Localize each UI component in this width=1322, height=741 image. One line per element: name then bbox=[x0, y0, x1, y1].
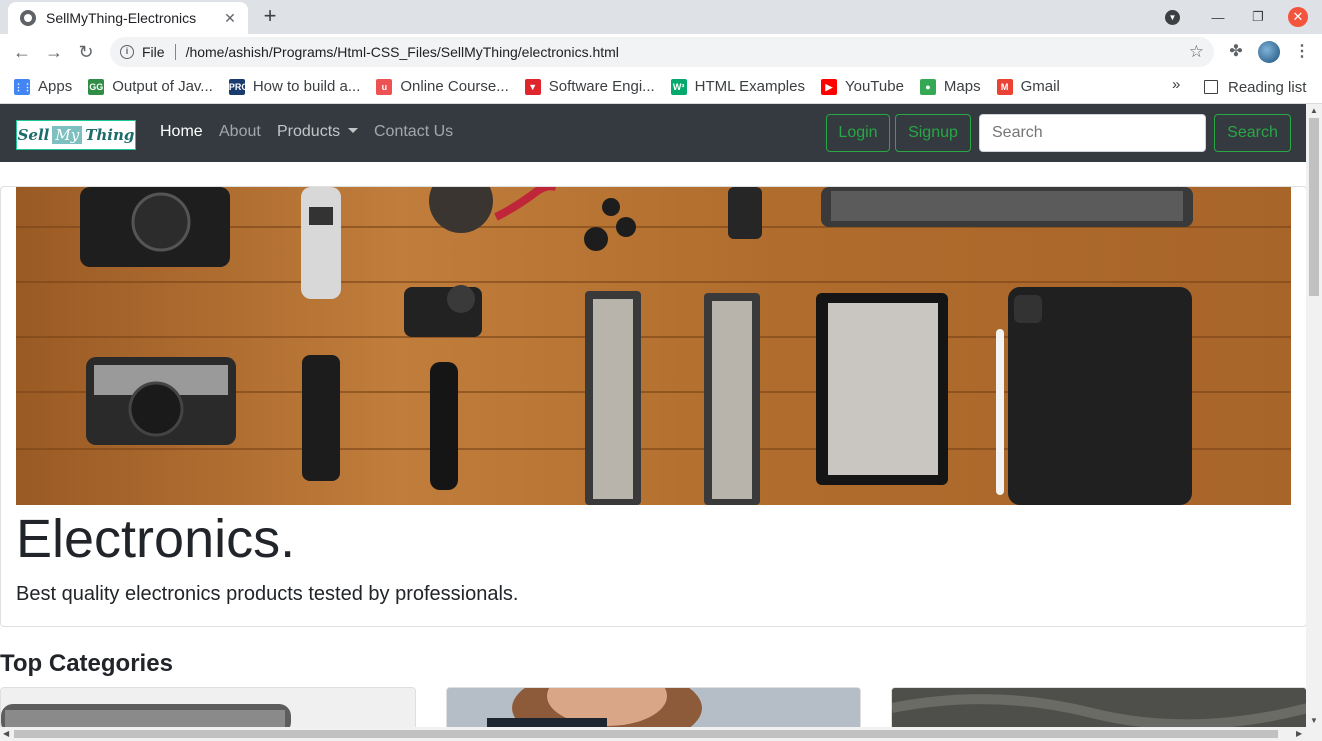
vertical-scroll-thumb[interactable] bbox=[1309, 118, 1319, 296]
horizontal-scrollbar[interactable]: ◀ ▶ bbox=[0, 727, 1322, 741]
bookmark-label: How to build a... bbox=[252, 78, 361, 95]
youtube-icon: ▶ bbox=[820, 78, 837, 95]
bookmark-item[interactable]: W³ HTML Examples bbox=[670, 78, 805, 95]
restore-button[interactable]: ❐ bbox=[1238, 9, 1278, 25]
close-window-button[interactable]: ✕ bbox=[1288, 7, 1308, 27]
forward-arrow-icon[interactable]: → bbox=[42, 40, 66, 64]
top-categories-heading: Top Categories bbox=[0, 650, 173, 677]
bookmark-item[interactable]: ▼ Software Engi... bbox=[524, 78, 655, 95]
reading-list-button[interactable]: Reading list bbox=[1204, 70, 1306, 104]
bookmark-star-icon[interactable]: ☆ bbox=[1189, 42, 1204, 62]
minimize-button[interactable]: — bbox=[1198, 10, 1238, 25]
url-text[interactable]: /home/ashish/Programs/Html-CSS_Files/Sel… bbox=[186, 44, 1189, 60]
bookmark-label: Software Engi... bbox=[548, 78, 655, 95]
tab-title: SellMyThing-Electronics bbox=[46, 10, 197, 26]
nav-link-about[interactable]: About bbox=[219, 123, 261, 141]
logo-text-my: My bbox=[52, 126, 83, 144]
extensions-puzzle-icon[interactable]: ✤ bbox=[1226, 42, 1246, 62]
horizontal-scroll-thumb[interactable] bbox=[14, 730, 1278, 738]
nav-link-home[interactable]: Home bbox=[160, 123, 203, 141]
gfg-icon: GG bbox=[88, 78, 105, 95]
nav-dropdown-products[interactable]: Products bbox=[277, 123, 359, 141]
bookmark-label: Output of Jav... bbox=[112, 78, 213, 95]
browser-toolbar: ← → ↻ i File /home/ashish/Programs/Html-… bbox=[0, 34, 1322, 70]
site-logo[interactable]: Sell My Thing bbox=[16, 120, 136, 150]
bookmark-label: YouTube bbox=[844, 78, 904, 95]
info-icon[interactable]: i bbox=[120, 45, 134, 59]
reading-list-label: Reading list bbox=[1228, 78, 1307, 96]
reload-icon[interactable]: ↻ bbox=[74, 40, 98, 64]
login-button[interactable]: Login bbox=[826, 114, 890, 152]
w3-icon: W³ bbox=[670, 78, 687, 95]
browser-tab[interactable]: SellMyThing-Electronics ✕ bbox=[8, 2, 248, 34]
bookmark-label: Online Course... bbox=[400, 78, 509, 95]
category-card[interactable] bbox=[891, 687, 1306, 727]
nav-link-contact[interactable]: Contact Us bbox=[374, 123, 453, 141]
bookmark-label: Gmail bbox=[1020, 78, 1060, 95]
bookmark-item[interactable]: M Gmail bbox=[996, 78, 1060, 95]
new-tab-button[interactable]: + bbox=[258, 5, 282, 29]
udemy-icon: u bbox=[376, 78, 393, 95]
electronics-flatlay-illustration bbox=[16, 187, 1291, 505]
nav-products-label: Products bbox=[277, 123, 341, 140]
window-controls: ▼ — ❐ ✕ bbox=[1165, 0, 1322, 34]
globe-icon bbox=[20, 10, 36, 26]
ipro-icon: PRO bbox=[228, 78, 248, 95]
address-divider bbox=[174, 44, 176, 60]
search-input[interactable] bbox=[979, 114, 1206, 152]
category-card[interactable] bbox=[446, 687, 861, 727]
hero-electronics-image bbox=[16, 187, 1291, 505]
close-tab-icon[interactable]: ✕ bbox=[222, 10, 238, 26]
reading-list-icon bbox=[1204, 80, 1218, 94]
browser-menu-icon[interactable]: ⋮ bbox=[1294, 42, 1310, 62]
bookmark-label: HTML Examples bbox=[694, 78, 805, 95]
category-card[interactable] bbox=[0, 687, 416, 727]
more-bookmarks-button[interactable]: » bbox=[1172, 76, 1180, 93]
bookmark-label: Maps bbox=[943, 78, 981, 95]
logo-text-thing: Thing bbox=[85, 126, 135, 144]
bookmark-item[interactable]: PRO How to build a... bbox=[228, 78, 361, 95]
profile-avatar[interactable] bbox=[1258, 41, 1280, 63]
category-image-person bbox=[447, 688, 860, 727]
category-image-speaker bbox=[1, 704, 291, 727]
logo-text-sell: Sell bbox=[17, 126, 50, 144]
category-image-fabric bbox=[892, 688, 1306, 727]
scroll-left-arrow-icon[interactable]: ◀ bbox=[3, 729, 9, 738]
triangle-logo-icon: ▼ bbox=[524, 78, 541, 95]
media-control-icon[interactable]: ▼ bbox=[1165, 9, 1180, 25]
url-scheme-label: File bbox=[142, 44, 165, 60]
bookmark-item[interactable]: ▶ YouTube bbox=[820, 78, 904, 95]
bookmark-item[interactable]: ● Maps bbox=[919, 78, 981, 95]
bookmark-item[interactable]: GG Output of Jav... bbox=[88, 78, 213, 95]
tab-strip: SellMyThing-Electronics ✕ + ▼ — ❐ ✕ bbox=[0, 0, 1322, 34]
signup-button[interactable]: Signup bbox=[895, 114, 971, 152]
bookmarks-bar: ⋮⋮ Apps GG Output of Jav... PRO How to build … bbox=[0, 70, 1322, 104]
web-page: Sell My Thing Home About Products Contac… bbox=[0, 104, 1306, 727]
address-bar[interactable]: i File /home/ashish/Programs/Html-CSS_Fi… bbox=[110, 37, 1214, 67]
vertical-scrollbar[interactable]: ▲ ▼ bbox=[1306, 104, 1322, 727]
scroll-down-arrow-icon[interactable]: ▼ bbox=[1310, 716, 1318, 725]
caret-down-icon bbox=[348, 128, 359, 133]
apps-grid-icon: ⋮⋮ bbox=[14, 78, 32, 95]
hero-lead-text: Best quality electronics products tested… bbox=[16, 583, 519, 605]
maps-pin-icon: ● bbox=[919, 78, 936, 95]
search-button[interactable]: Search bbox=[1214, 114, 1291, 152]
bookmark-label: Apps bbox=[38, 78, 73, 95]
hero-title: Electronics. bbox=[16, 509, 296, 569]
bookmark-item[interactable]: ⋮⋮ Apps bbox=[14, 78, 72, 95]
back-arrow-icon[interactable]: ← bbox=[10, 40, 34, 64]
scroll-right-arrow-icon[interactable]: ▶ bbox=[1296, 729, 1302, 738]
scroll-up-arrow-icon[interactable]: ▲ bbox=[1310, 106, 1318, 115]
site-navbar: Sell My Thing Home About Products Contac… bbox=[0, 104, 1306, 162]
bookmark-item[interactable]: u Online Course... bbox=[376, 78, 509, 95]
gmail-icon: M bbox=[996, 78, 1013, 95]
